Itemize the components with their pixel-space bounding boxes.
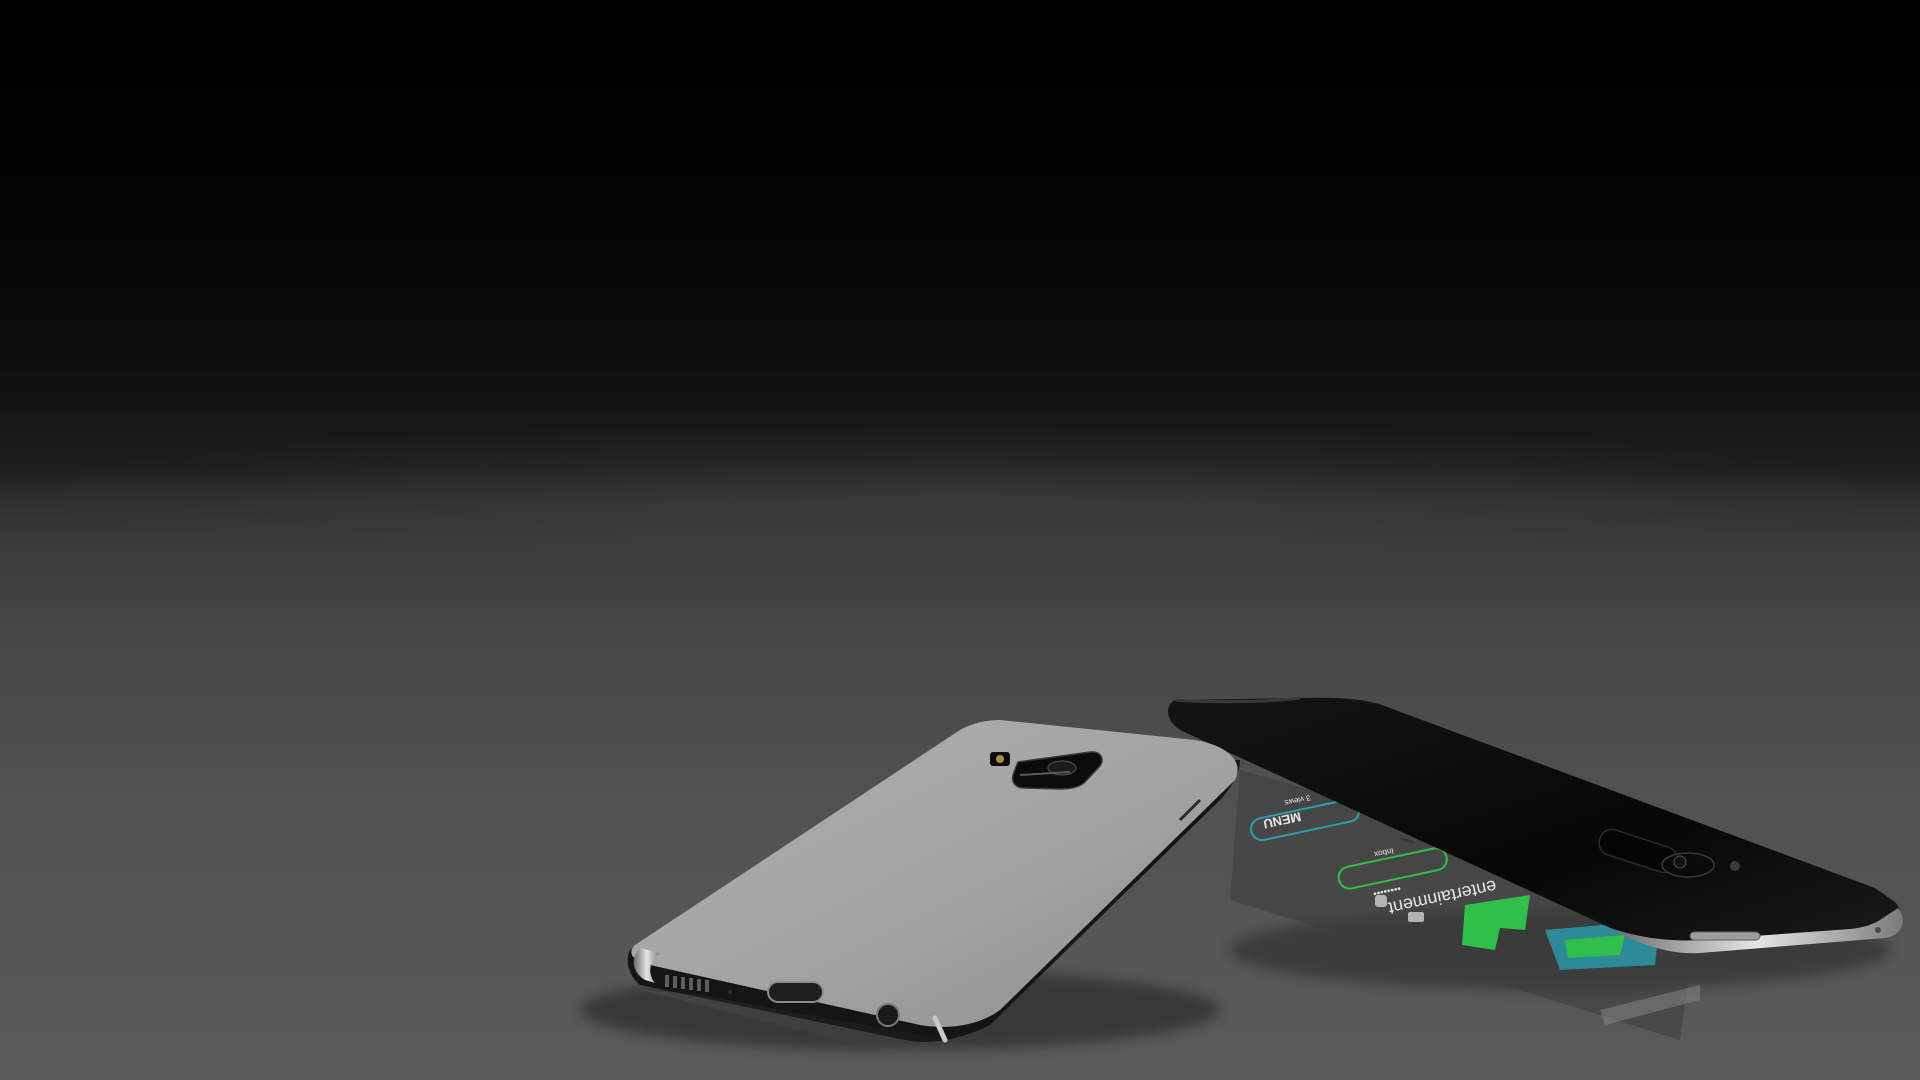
silver-phone-back — [631, 720, 1238, 1027]
sim-tray — [1689, 931, 1761, 941]
product-render-scene: MENU 3 views Inbox •••••••• entertainmen… — [0, 0, 1920, 1080]
camera-lens-icon — [1673, 855, 1687, 869]
microphone-hole — [728, 990, 732, 994]
flash-icon — [1730, 861, 1740, 871]
sim-tray-pin-hole — [1875, 927, 1881, 933]
reflection-lock-icon — [1375, 895, 1387, 907]
headphone-jack — [876, 1003, 900, 1027]
reflection-mail-icon — [1408, 912, 1424, 922]
fingerprint-sensor — [1661, 852, 1715, 878]
phones-illustration: MENU 3 views Inbox •••••••• entertainmen… — [580, 696, 1903, 1060]
usb-c-port — [767, 981, 824, 1003]
